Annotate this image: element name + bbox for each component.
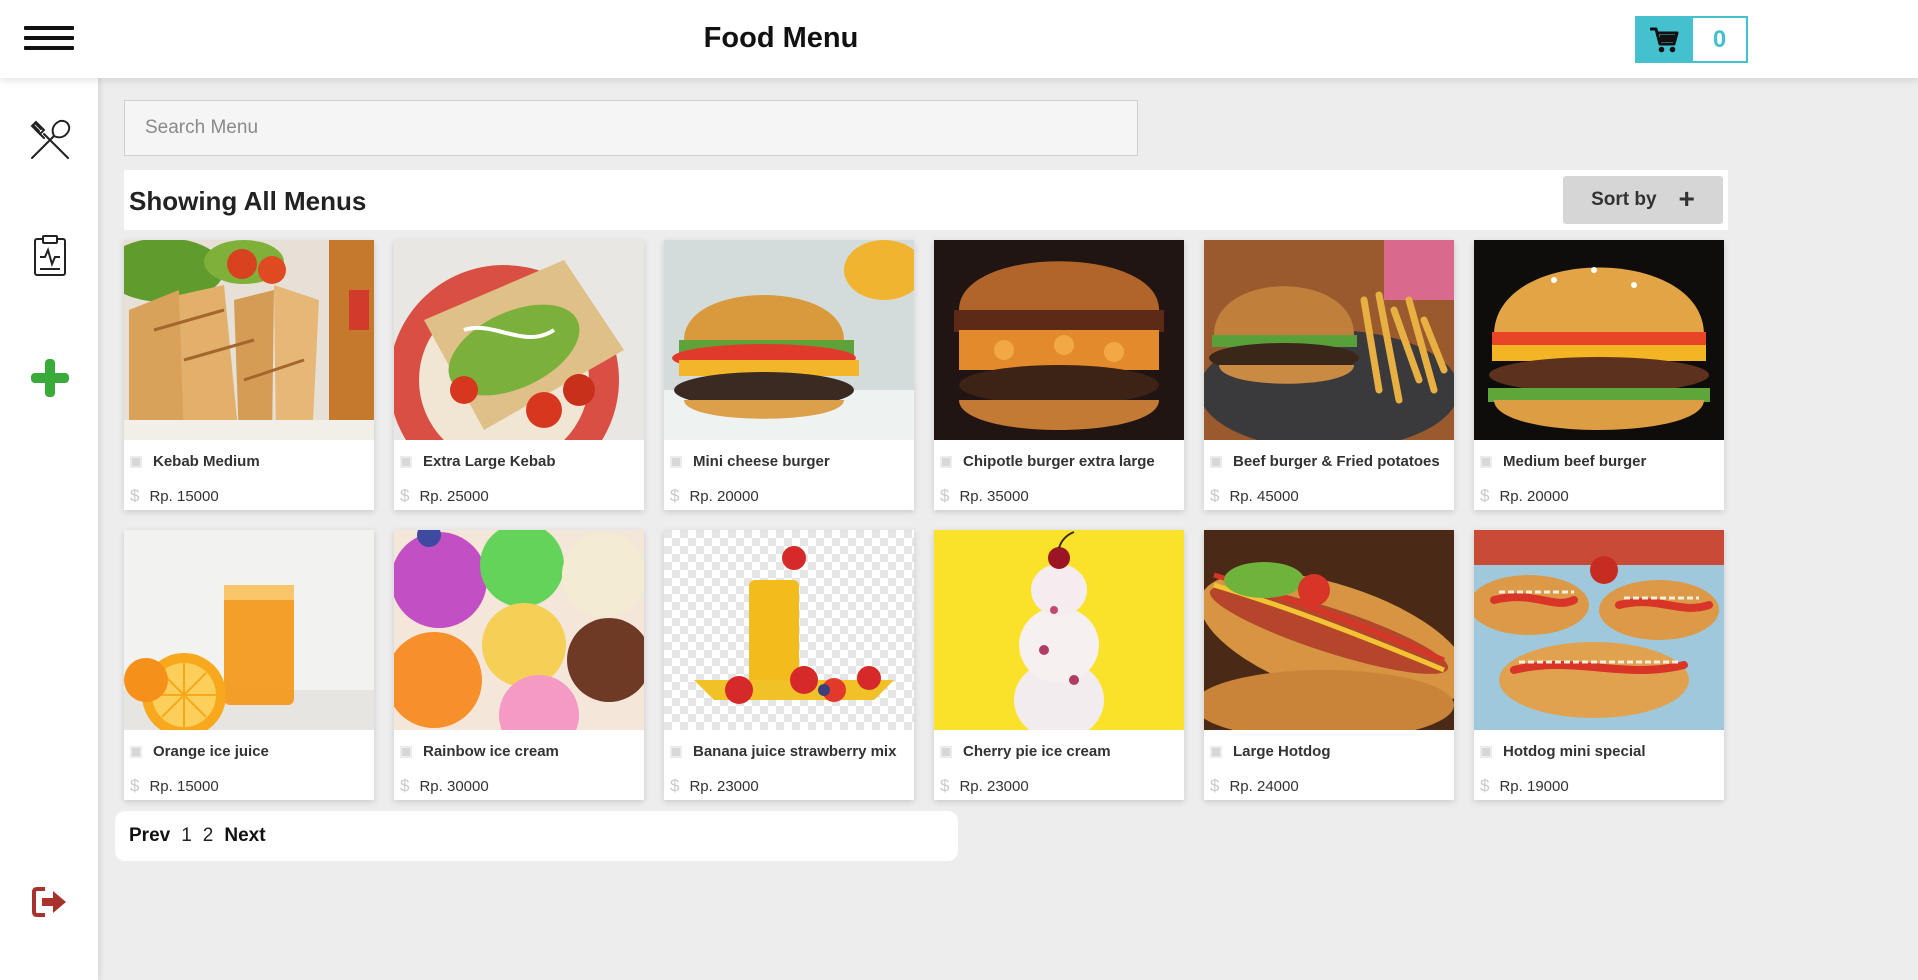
item-name: Orange ice juice: [153, 743, 269, 760]
dollar-icon: $: [400, 486, 410, 505]
item-name: Extra Large Kebab: [423, 453, 556, 470]
item-icon: [670, 745, 682, 758]
menu-card[interactable]: Chipotle burger extra large $ Rp. 35000: [934, 240, 1184, 510]
menu-card[interactable]: Large Hotdog $ Rp. 24000: [1204, 530, 1454, 800]
clipboard-icon: [34, 235, 66, 276]
sidebar-item-orders[interactable]: [24, 230, 76, 282]
menu-card[interactable]: Beef burger & Fried potatoes $ Rp. 45000: [1204, 240, 1454, 510]
sidebar-item-add[interactable]: [24, 352, 76, 404]
item-icon: [130, 745, 142, 758]
burger-food-image: [934, 240, 1184, 440]
plus-icon: +: [1678, 182, 1695, 214]
item-price: Rp. 30000: [419, 777, 489, 795]
item-icon: [1480, 745, 1492, 758]
sort-button[interactable]: Sort by +: [1563, 176, 1723, 224]
item-icon: [400, 745, 412, 758]
dollar-icon: $: [130, 486, 140, 505]
item-name: Medium beef burger: [1503, 453, 1647, 470]
dollar-icon: $: [670, 776, 680, 795]
menu-card[interactable]: Mini cheese burger $ Rp. 20000: [664, 240, 914, 510]
item-price: Rp. 15000: [149, 777, 219, 795]
cart-button[interactable]: 0: [1635, 16, 1748, 63]
fork-knife-icon: [30, 119, 71, 159]
item-price: Rp. 23000: [689, 777, 759, 795]
cart-icon: [1637, 18, 1693, 61]
item-name: Rainbow ice cream: [423, 743, 559, 760]
dollar-icon: $: [670, 486, 680, 505]
item-name: Hotdog mini special: [1503, 743, 1646, 760]
menu-card[interactable]: Hotdog mini special $ Rp. 19000: [1474, 530, 1724, 800]
item-price: Rp. 45000: [1229, 487, 1299, 505]
item-icon: [670, 455, 682, 468]
sidebar: [0, 78, 98, 980]
item-icon: [940, 745, 952, 758]
item-icon: [1210, 745, 1222, 758]
item-name: Chipotle burger extra large: [963, 453, 1155, 470]
item-price: Rp. 23000: [959, 777, 1029, 795]
item-name: Cherry pie ice cream: [963, 743, 1111, 760]
menu-card[interactable]: Kebab Medium $ Rp. 15000: [124, 240, 374, 510]
dollar-icon: $: [940, 776, 950, 795]
item-price: Rp. 24000: [1229, 777, 1299, 795]
dollar-icon: $: [1210, 776, 1220, 795]
page-title: Food Menu: [703, 22, 859, 54]
menu-card[interactable]: Medium beef burger $ Rp. 20000: [1474, 240, 1724, 510]
item-price: Rp. 19000: [1499, 777, 1569, 795]
menu-card[interactable]: Rainbow ice cream $ Rp. 30000: [394, 530, 644, 800]
sort-label: Sort by: [1591, 189, 1657, 210]
page-1-link[interactable]: 1: [181, 825, 192, 847]
burger-food-image: [664, 240, 914, 440]
prev-button[interactable]: Prev: [129, 825, 170, 847]
menu-card[interactable]: Banana juice strawberry mix $ Rp. 23000: [664, 530, 914, 800]
item-price: Rp. 25000: [419, 487, 489, 505]
ice-cream-image: [394, 530, 644, 730]
menu-card[interactable]: Extra Large Kebab $ Rp. 25000: [394, 240, 644, 510]
item-price: Rp. 20000: [1499, 487, 1569, 505]
hotdog-image: [1204, 530, 1454, 730]
item-name: Large Hotdog: [1233, 743, 1331, 760]
orange-juice-image: [124, 530, 374, 730]
add-icon: [31, 359, 69, 397]
cart-count: 0: [1712, 25, 1727, 53]
burger-fries-image: [1204, 240, 1454, 440]
section-title: Showing All Menus: [129, 186, 367, 216]
hotdog-image: [1474, 530, 1724, 730]
top-header: Food Menu 0: [0, 0, 1918, 78]
item-name: Beef burger & Fried potatoes: [1233, 453, 1440, 470]
item-price: Rp. 20000: [689, 487, 759, 505]
page-2-link[interactable]: 2: [203, 825, 214, 847]
search-input[interactable]: [124, 100, 1138, 156]
burger-food-image: [1474, 240, 1724, 440]
next-button[interactable]: Next: [224, 825, 265, 847]
section-header: Showing All Menus Sort by +: [124, 170, 1728, 230]
item-price: Rp. 15000: [149, 487, 219, 505]
dollar-icon: $: [940, 486, 950, 505]
ice-cream-image: [934, 530, 1184, 730]
kebab-food-image: [394, 240, 644, 440]
item-name: Banana juice strawberry mix: [693, 743, 897, 760]
item-icon: [940, 455, 952, 468]
dollar-icon: $: [1480, 486, 1490, 505]
item-name: Kebab Medium: [153, 453, 260, 470]
logout-icon: [32, 887, 66, 917]
item-price: Rp. 35000: [959, 487, 1029, 505]
menu-card[interactable]: Orange ice juice $ Rp. 15000: [124, 530, 374, 800]
menu-card[interactable]: Cherry pie ice cream $ Rp. 23000: [934, 530, 1184, 800]
juice-strawberry-image: [664, 530, 914, 730]
dollar-icon: $: [400, 776, 410, 795]
dollar-icon: $: [1480, 776, 1490, 795]
item-icon: [1480, 455, 1492, 468]
item-icon: [130, 455, 142, 468]
item-name: Mini cheese burger: [693, 453, 830, 470]
sidebar-item-menu[interactable]: [24, 114, 76, 166]
kebab-food-image: [124, 240, 374, 440]
item-icon: [1210, 455, 1222, 468]
pagination: Prev 1 2 Next: [115, 811, 958, 861]
item-icon: [400, 455, 412, 468]
sidebar-item-logout[interactable]: [24, 876, 76, 928]
dollar-icon: $: [1210, 486, 1220, 505]
dollar-icon: $: [130, 776, 140, 795]
